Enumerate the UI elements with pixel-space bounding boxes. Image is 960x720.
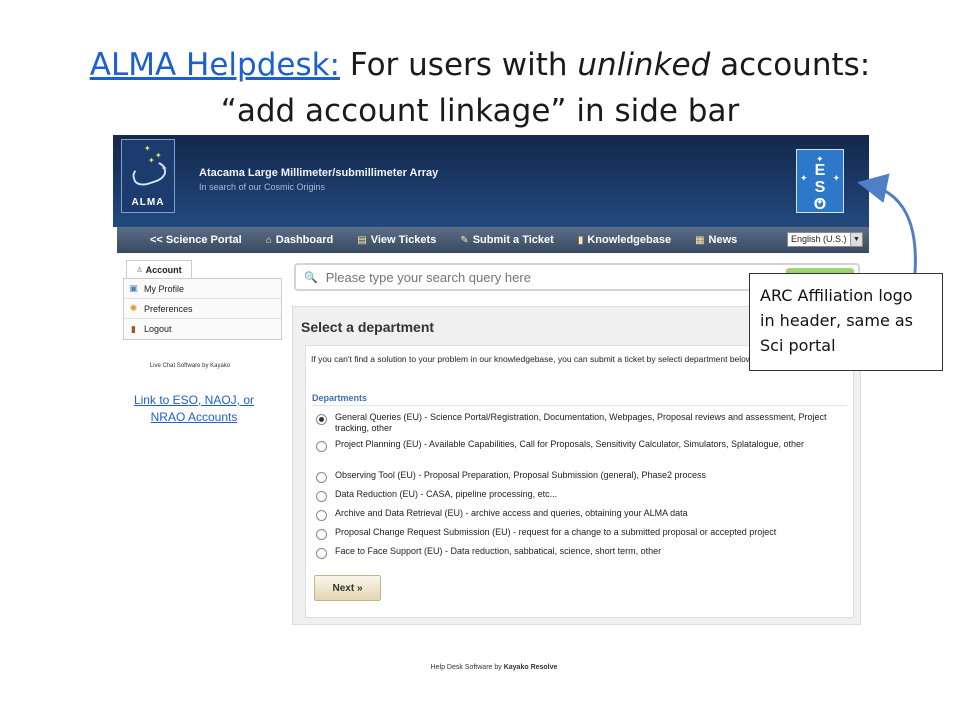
sidebar-item-my-profile[interactable]: ▣ My Profile [124, 279, 281, 299]
department-title: Select a department [301, 319, 435, 335]
header-subtitle: In search of our Cosmic Origins [199, 182, 326, 192]
slide-title: ALMA Helpdesk: For users with unlinked a… [0, 42, 960, 134]
sidebar-item-label: My Profile [144, 283, 185, 294]
nav-science-portal-label: << Science Portal [150, 234, 242, 246]
department-option-archive[interactable]: Archive and Data Retrieval (EU) - archiv… [316, 508, 841, 521]
sidebar-item-logout[interactable]: ▮ Logout [124, 319, 281, 339]
livechat-credit[interactable]: Live Chat Software by Kayako [123, 363, 257, 369]
book-icon: ▮ [577, 234, 584, 246]
next-button[interactable]: Next » [314, 575, 381, 601]
account-tab-label: Account [145, 265, 182, 275]
language-select[interactable]: English (U.S.) ▼ [787, 232, 863, 247]
sidebar-item-label: Preferences [144, 303, 193, 314]
department-option-label: Archive and Data Retrieval (EU) - archiv… [335, 508, 688, 518]
home-icon: ⌂ [265, 234, 272, 246]
nav-bar: << Science Portal ⌂ Dashboard ▤ View Tic… [117, 227, 869, 253]
department-option-label: Proposal Change Request Submission (EU) … [335, 527, 777, 537]
profile-icon: ▣ [129, 283, 138, 293]
department-option-label: Data Reduction (EU) - CASA, pipeline pro… [335, 489, 558, 499]
user-icon: ♙ [136, 267, 143, 274]
nav-view-tickets[interactable]: ▤ View Tickets [357, 234, 436, 246]
nav-knowledgebase[interactable]: ▮ Knowledgebase [578, 234, 671, 246]
department-radio[interactable] [316, 441, 327, 452]
callout-annotation: ARC Affiliation logo in header, same as … [749, 273, 943, 371]
footer-brand[interactable]: Kayako Resolve [504, 664, 558, 671]
nav-view-tickets-label: View Tickets [370, 234, 437, 246]
department-option-label: General Queries (EU) - Science Portal/Re… [335, 412, 827, 433]
sidebar-item-label: Logout [144, 324, 172, 334]
language-select-value: English (U.S.) [791, 234, 847, 244]
department-form: If you can't find a solution to your pro… [305, 345, 854, 618]
search-icon: 🔍 [304, 271, 318, 284]
sidebar-item-preferences[interactable]: ✺ Preferences [124, 299, 281, 319]
eso-letter: E [814, 162, 826, 179]
department-radio[interactable] [316, 491, 327, 502]
alma-logo-word: ALMA [131, 197, 165, 208]
search-input[interactable] [323, 268, 758, 286]
department-option-label: Observing Tool (EU) - Proposal Preparati… [335, 470, 707, 480]
footer-prefix: Help Desk Software [430, 664, 493, 671]
department-option-project-planning[interactable]: Project Planning (EU) - Available Capabi… [316, 439, 841, 452]
pencil-icon: ✎ [460, 234, 469, 246]
department-option-label: Project Planning (EU) - Available Capabi… [335, 439, 805, 449]
department-radio[interactable] [316, 472, 327, 483]
department-option-label: Face to Face Support (EU) - Data reducti… [335, 546, 662, 556]
link-accounts-link[interactable]: Link to ESO, NAOJ, or NRAO Accounts [120, 392, 268, 426]
department-option-observing-tool[interactable]: Observing Tool (EU) - Proposal Preparati… [316, 470, 841, 483]
department-option-proposal-change[interactable]: Proposal Change Request Submission (EU) … [316, 527, 841, 540]
callout-arrow-path [857, 173, 917, 274]
chevron-down-icon: ▼ [850, 233, 862, 246]
header-title: Atacama Large Millimeter/submillimeter A… [199, 167, 439, 179]
department-instructions: If you can't find a solution to your pro… [311, 354, 754, 364]
department-radio[interactable] [316, 414, 327, 425]
department-option-data-reduction[interactable]: Data Reduction (EU) - CASA, pipeline pro… [316, 489, 841, 502]
news-icon: ▦ [695, 234, 705, 246]
nav-submit-ticket-label: Submit a Ticket [472, 234, 554, 246]
nav-science-portal[interactable]: << Science Portal [150, 234, 242, 246]
logout-icon: ▮ [131, 323, 136, 334]
account-tab[interactable]: ♙ Account [126, 260, 192, 279]
nav-dashboard-label: Dashboard [275, 234, 334, 246]
antenna-dish-icon [129, 157, 169, 189]
site-header: ✦ ✦ ✦ ✦ ALMA Atacama Large Millimeter/su… [113, 135, 869, 227]
departments-label: Departments [312, 393, 368, 403]
department-radio[interactable] [316, 510, 327, 521]
alma-logo[interactable]: ✦ ✦ ✦ ✦ ALMA [121, 139, 175, 213]
helpdesk-footer: Help Desk Software by Kayako Resolve [0, 664, 960, 671]
eso-letter: S [814, 179, 826, 196]
account-menu: ▣ My Profile ✺ Preferences ▮ Logout [123, 278, 282, 340]
title-text-post: accounts: [710, 47, 871, 83]
alma-helpdesk-link[interactable]: ALMA Helpdesk: [90, 47, 340, 83]
department-option-face-to-face[interactable]: Face to Face Support (EU) - Data reducti… [316, 546, 841, 559]
eso-logo[interactable]: ✦ ✦ ✦ ✦ ESO [796, 149, 844, 213]
title-line-2: “add account linkage” in side bar [220, 93, 740, 129]
eso-letters: ESO [797, 162, 843, 213]
nav-dashboard[interactable]: ⌂ Dashboard [266, 234, 334, 246]
title-text-pre: For users with [340, 47, 578, 83]
eso-letter: O [813, 196, 827, 213]
gear-icon: ✺ [129, 303, 138, 313]
eso-logo-letters: ESO [797, 162, 843, 213]
department-radio[interactable] [316, 548, 327, 559]
departments-divider [312, 405, 847, 406]
nav-news-label: News [708, 234, 738, 246]
nav-knowledgebase-label: Knowledgebase [587, 234, 672, 246]
department-option-general[interactable]: General Queries (EU) - Science Portal/Re… [316, 412, 841, 434]
tickets-icon: ▤ [357, 234, 367, 246]
department-radio[interactable] [316, 529, 327, 540]
title-text-em: unlinked [577, 47, 711, 83]
nav-news[interactable]: ▦ News [695, 234, 737, 246]
footer-middle: by [492, 664, 504, 671]
nav-submit-ticket[interactable]: ✎ Submit a Ticket [460, 234, 554, 246]
